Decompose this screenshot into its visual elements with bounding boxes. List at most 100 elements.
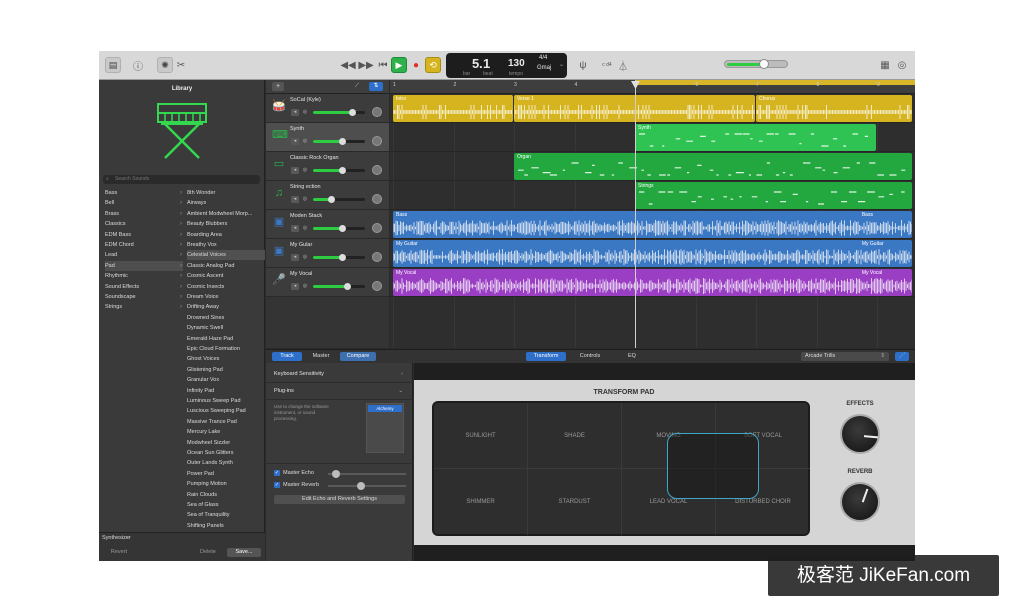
library-patch-item[interactable]: 8th Wonder [187,188,265,198]
play-button[interactable]: ▶ [391,57,407,73]
region[interactable]: Organ [514,153,913,180]
track-volume-knob[interactable] [338,254,346,261]
library-patch-item[interactable]: Cosmic Ascent [187,271,265,281]
library-patch-item[interactable]: Shifting Panels [187,521,265,531]
library-patch-item[interactable]: Luscious Sweeping Pad [187,406,265,416]
pad-cell[interactable]: SUNLIGHT [434,403,528,469]
notepad-button[interactable]: ▦ [879,57,891,73]
headphones-icon[interactable]: ◎ [301,138,309,145]
track-header[interactable]: ▣ My Gular ◂ ◎ [266,239,389,268]
transform-pad[interactable]: SUNLIGHT SHADE MOVING SOFT VOCAL SHIMMER STAR… [432,401,810,536]
track-header[interactable]: 🥁 SoCal (Kyle) ◂ ◎ [266,94,389,123]
pad-cell[interactable]: STARDUST [528,469,622,535]
library-category-item[interactable]: EDM Bass › [105,230,183,240]
master-echo-checkbox[interactable]: ✓ [274,470,280,476]
mute-button[interactable]: ◂ [291,283,299,290]
delete-button[interactable]: Delete [191,548,225,557]
headphones-icon[interactable]: ◎ [301,225,309,232]
automation-button[interactable]: ⟋ [350,82,364,91]
smart-controls-button[interactable]: ✺ [157,57,173,73]
library-patch-item[interactable]: Breathy Vox [187,240,265,250]
track-pan-knob[interactable] [372,194,382,204]
track-pan-knob[interactable] [372,223,382,233]
edit-echo-reverb-button[interactable]: Edit Echo and Reverb Settings [274,495,405,504]
track-volume-slider[interactable] [313,254,365,261]
track-volume-slider[interactable] [313,167,365,174]
track-volume-slider[interactable] [313,196,365,203]
track-volume-knob[interactable] [349,109,356,116]
arpeggiator-select[interactable]: Arcade Trills ⇕ [801,352,889,361]
track-volume-slider[interactable] [313,109,365,116]
track-header[interactable]: 🎤 My Vocal ◂ ◎ [266,268,389,297]
region[interactable]: My Vocal [393,269,913,296]
library-patch-item[interactable]: Ocean Sun Glitters [187,448,265,458]
plugins-row[interactable]: Plug-ins ⌄ [266,383,413,400]
mute-button[interactable]: ◂ [291,109,299,116]
editors-button[interactable]: ✂ [175,57,187,73]
region[interactable]: Strings [635,182,913,209]
library-patch-item[interactable]: Mercury Lake [187,427,265,437]
rewind-button[interactable]: ◀◀ [340,57,355,73]
library-category-item[interactable]: Pad › [105,260,183,271]
track-volume-slider[interactable] [313,138,365,145]
tuner-button[interactable]: ψ [577,57,589,73]
reverb-knob[interactable] [840,482,880,522]
master-echo-slider[interactable] [328,470,406,478]
library-category-item[interactable]: Lead › [105,250,183,260]
library-patch-item[interactable]: Sea of Tranquility [187,510,265,520]
track-header[interactable]: ♫ String ection ◂ ◎ [266,181,389,210]
mute-button[interactable]: ◂ [291,254,299,261]
master-reverb-knob[interactable] [356,482,365,490]
quick-help-button[interactable]: ⓘ [131,57,145,73]
track-header[interactable]: ⌨ Synth ◂ ◎ [266,123,389,152]
library-patch-item[interactable]: Cosmic Insects [187,282,265,292]
region[interactable]: Intro [393,95,513,122]
track-volume-slider[interactable] [313,225,365,232]
add-track-button[interactable]: + [272,82,284,91]
library-patch-item[interactable]: Dynamic Swell [187,323,265,333]
master-reverb-slider[interactable] [328,482,406,490]
library-patch-item[interactable]: Power Pad [187,469,265,479]
library-category-item[interactable]: Bell › [105,198,183,208]
track-volume-knob[interactable] [338,138,346,145]
library-category-item[interactable]: Strings › [105,302,183,312]
cycle-button[interactable]: ⟲ [425,57,441,73]
pad-cell[interactable]: SHADE [528,403,622,469]
library-patch-item[interactable]: Rain Clouds [187,490,265,500]
library-patch-item[interactable]: Boarding Area [187,230,265,240]
loop-browser-button[interactable]: ◎ [896,57,908,73]
count-in-button[interactable]: ⏃ [617,57,629,73]
library-patch-item[interactable]: Drowned Sines [187,313,265,323]
timeline-ruler[interactable]: 123456789 [390,80,915,94]
library-patch-item[interactable]: Pumping Motion [187,479,265,489]
library-category-item[interactable]: Brass › [105,209,183,219]
headphones-icon[interactable]: ◎ [301,254,309,261]
track-volume-knob[interactable] [328,196,336,203]
track-volume-slider[interactable] [313,283,365,290]
library-category-item[interactable]: Rhythmic › [105,271,183,281]
pad-puck[interactable] [667,433,759,499]
library-patch-item[interactable]: Beauty Blubbers [187,219,265,229]
master-echo-knob[interactable] [331,470,340,478]
smart-tempo-button[interactable]: ⇅ [369,82,383,91]
master-volume-slider[interactable] [724,59,788,69]
library-category-item[interactable]: Classics › [105,219,183,229]
region[interactable]: Bass [859,211,912,219]
track-header[interactable]: ▣ Moden Stack ◂ ◎ [266,210,389,239]
library-category-item[interactable]: Bass › [105,188,183,198]
save-button[interactable]: Save... [227,548,261,557]
region[interactable]: My Vocal [859,269,912,277]
region[interactable]: Chorus [756,95,913,122]
tab-compare[interactable]: Compare [340,352,376,361]
library-patch-item[interactable]: Massive Trance Pad [187,417,265,427]
alchemy-plugin-button[interactable]: Alchemy [368,405,402,412]
pad-cell[interactable]: SHIMMER [434,469,528,535]
revert-button[interactable]: Revert [102,548,136,557]
track-volume-knob[interactable] [338,225,346,232]
library-patch-item[interactable]: Airways [187,198,265,208]
library-category-item[interactable]: Sound Effects › [105,282,183,292]
library-patch-item[interactable]: Epic Cloud Formation [187,344,265,354]
tab-master[interactable]: Master [306,352,336,361]
mute-button[interactable]: ◂ [291,138,299,145]
track-pan-knob[interactable] [372,252,382,262]
